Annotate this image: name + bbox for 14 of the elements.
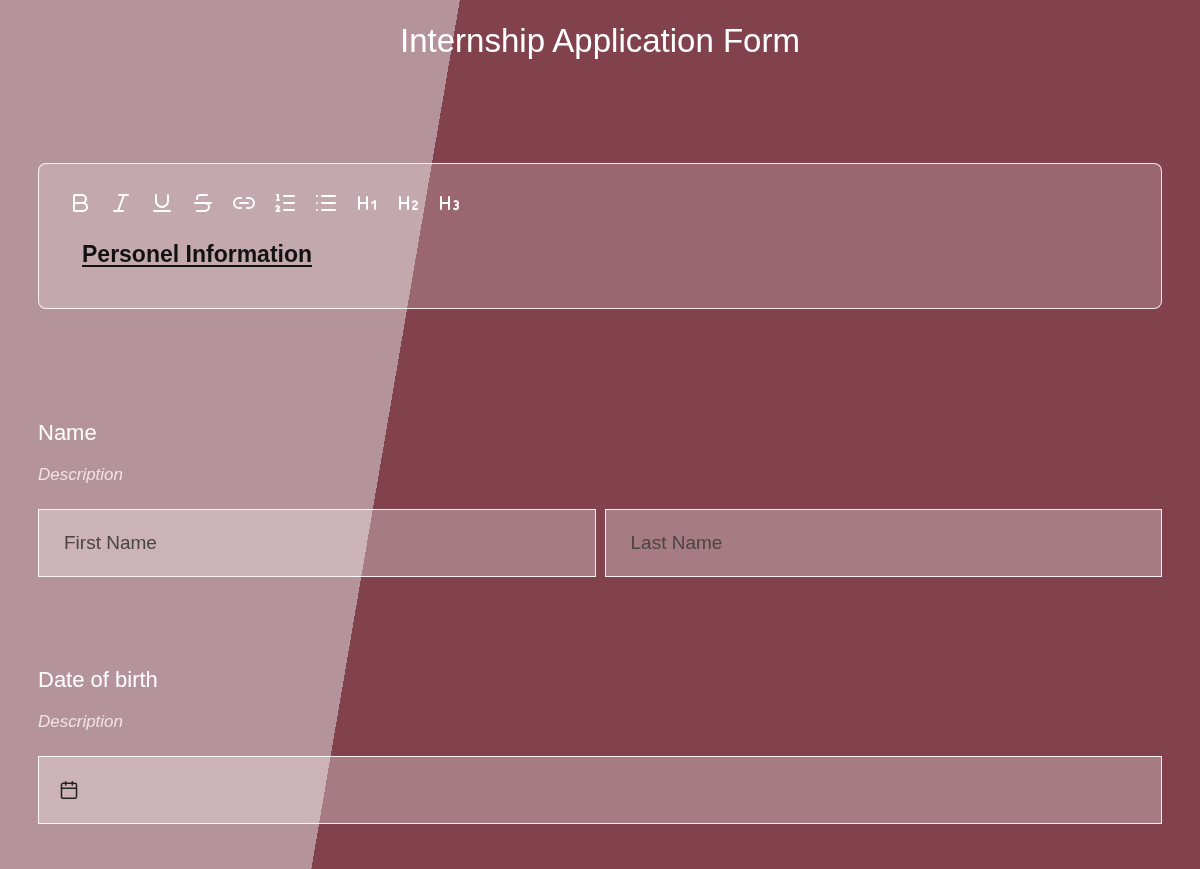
form-title: Internship Application Form — [400, 21, 800, 60]
field-description: Description — [38, 711, 124, 733]
numbered-list-icon[interactable] — [273, 191, 297, 215]
strikethrough-icon[interactable] — [191, 191, 215, 215]
calendar-icon — [59, 780, 79, 800]
date-field[interactable] — [38, 756, 1162, 824]
underline-icon[interactable] — [150, 191, 174, 215]
section-heading: Personel Information — [82, 240, 313, 268]
input-field[interactable]: Last Name — [604, 509, 1162, 577]
rich-text-editor[interactable]: Personel Information — [38, 163, 1162, 309]
input-field[interactable]: First Name — [38, 509, 596, 577]
field-label: Date of birth — [38, 666, 158, 694]
field-label: Name — [38, 419, 97, 447]
field-description: Description — [38, 464, 124, 486]
